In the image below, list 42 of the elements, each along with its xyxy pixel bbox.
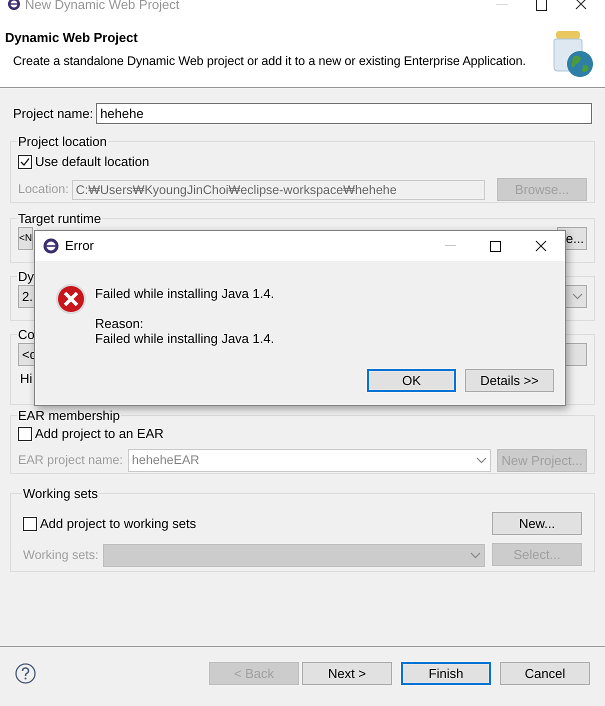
checkbox-label: Add project to working sets xyxy=(40,515,196,534)
group-title: Co xyxy=(17,327,36,342)
push-button[interactable]: Next > xyxy=(302,662,392,684)
field-label: Project name: xyxy=(13,104,94,123)
push-button[interactable]: Finish xyxy=(401,662,491,684)
maximize-icon[interactable] xyxy=(536,0,547,11)
push-button[interactable]: Details >> xyxy=(465,369,554,392)
close-icon[interactable] xyxy=(535,240,547,252)
error-message: Failed while installing Java 1.4. xyxy=(95,286,274,301)
checkbox-label: Add project to an EAR xyxy=(35,425,164,443)
field-label: EAR project name: xyxy=(18,452,123,470)
chevron-down-icon xyxy=(572,293,583,300)
help-icon[interactable] xyxy=(15,663,36,684)
app-icon xyxy=(43,238,59,254)
group-title: Working sets xyxy=(22,486,99,501)
group-title: Dy xyxy=(17,269,35,284)
input-field[interactable]: hehehe xyxy=(96,103,592,124)
push-button[interactable]: OK xyxy=(367,369,456,392)
group-title: Project location xyxy=(17,134,108,149)
push-button[interactable]: Cancel xyxy=(500,662,590,684)
checkbox[interactable] xyxy=(18,154,32,169)
chevron-down-icon xyxy=(470,552,480,558)
reason-text: Failed while installing Java 1.4. xyxy=(95,331,274,346)
group-title: EAR membership xyxy=(17,408,121,423)
dialog-title: Error xyxy=(65,237,94,256)
checkbox[interactable] xyxy=(18,426,32,441)
hint-text: Hi xyxy=(20,371,32,387)
close-icon[interactable] xyxy=(575,0,587,10)
field-label: Location: xyxy=(18,181,69,198)
group-title: Target runtime xyxy=(17,211,102,226)
chevron-down-icon xyxy=(476,457,487,464)
combo-box[interactable]: <N xyxy=(18,227,33,250)
checkbox[interactable] xyxy=(23,517,37,531)
field-label: Working sets: xyxy=(23,546,98,564)
checkbox-label: Use default location xyxy=(35,153,150,171)
push-button[interactable]: New... xyxy=(492,512,582,535)
header-description: Create a standalone Dynamic Web project or add it to a new or existing Enterprise Application. xyxy=(13,53,526,69)
error-icon xyxy=(55,283,87,315)
header-title: Dynamic Web Project xyxy=(5,30,139,46)
reason-label: Reason: xyxy=(95,316,144,331)
check-icon xyxy=(20,156,30,167)
maximize-icon[interactable] xyxy=(490,240,501,252)
